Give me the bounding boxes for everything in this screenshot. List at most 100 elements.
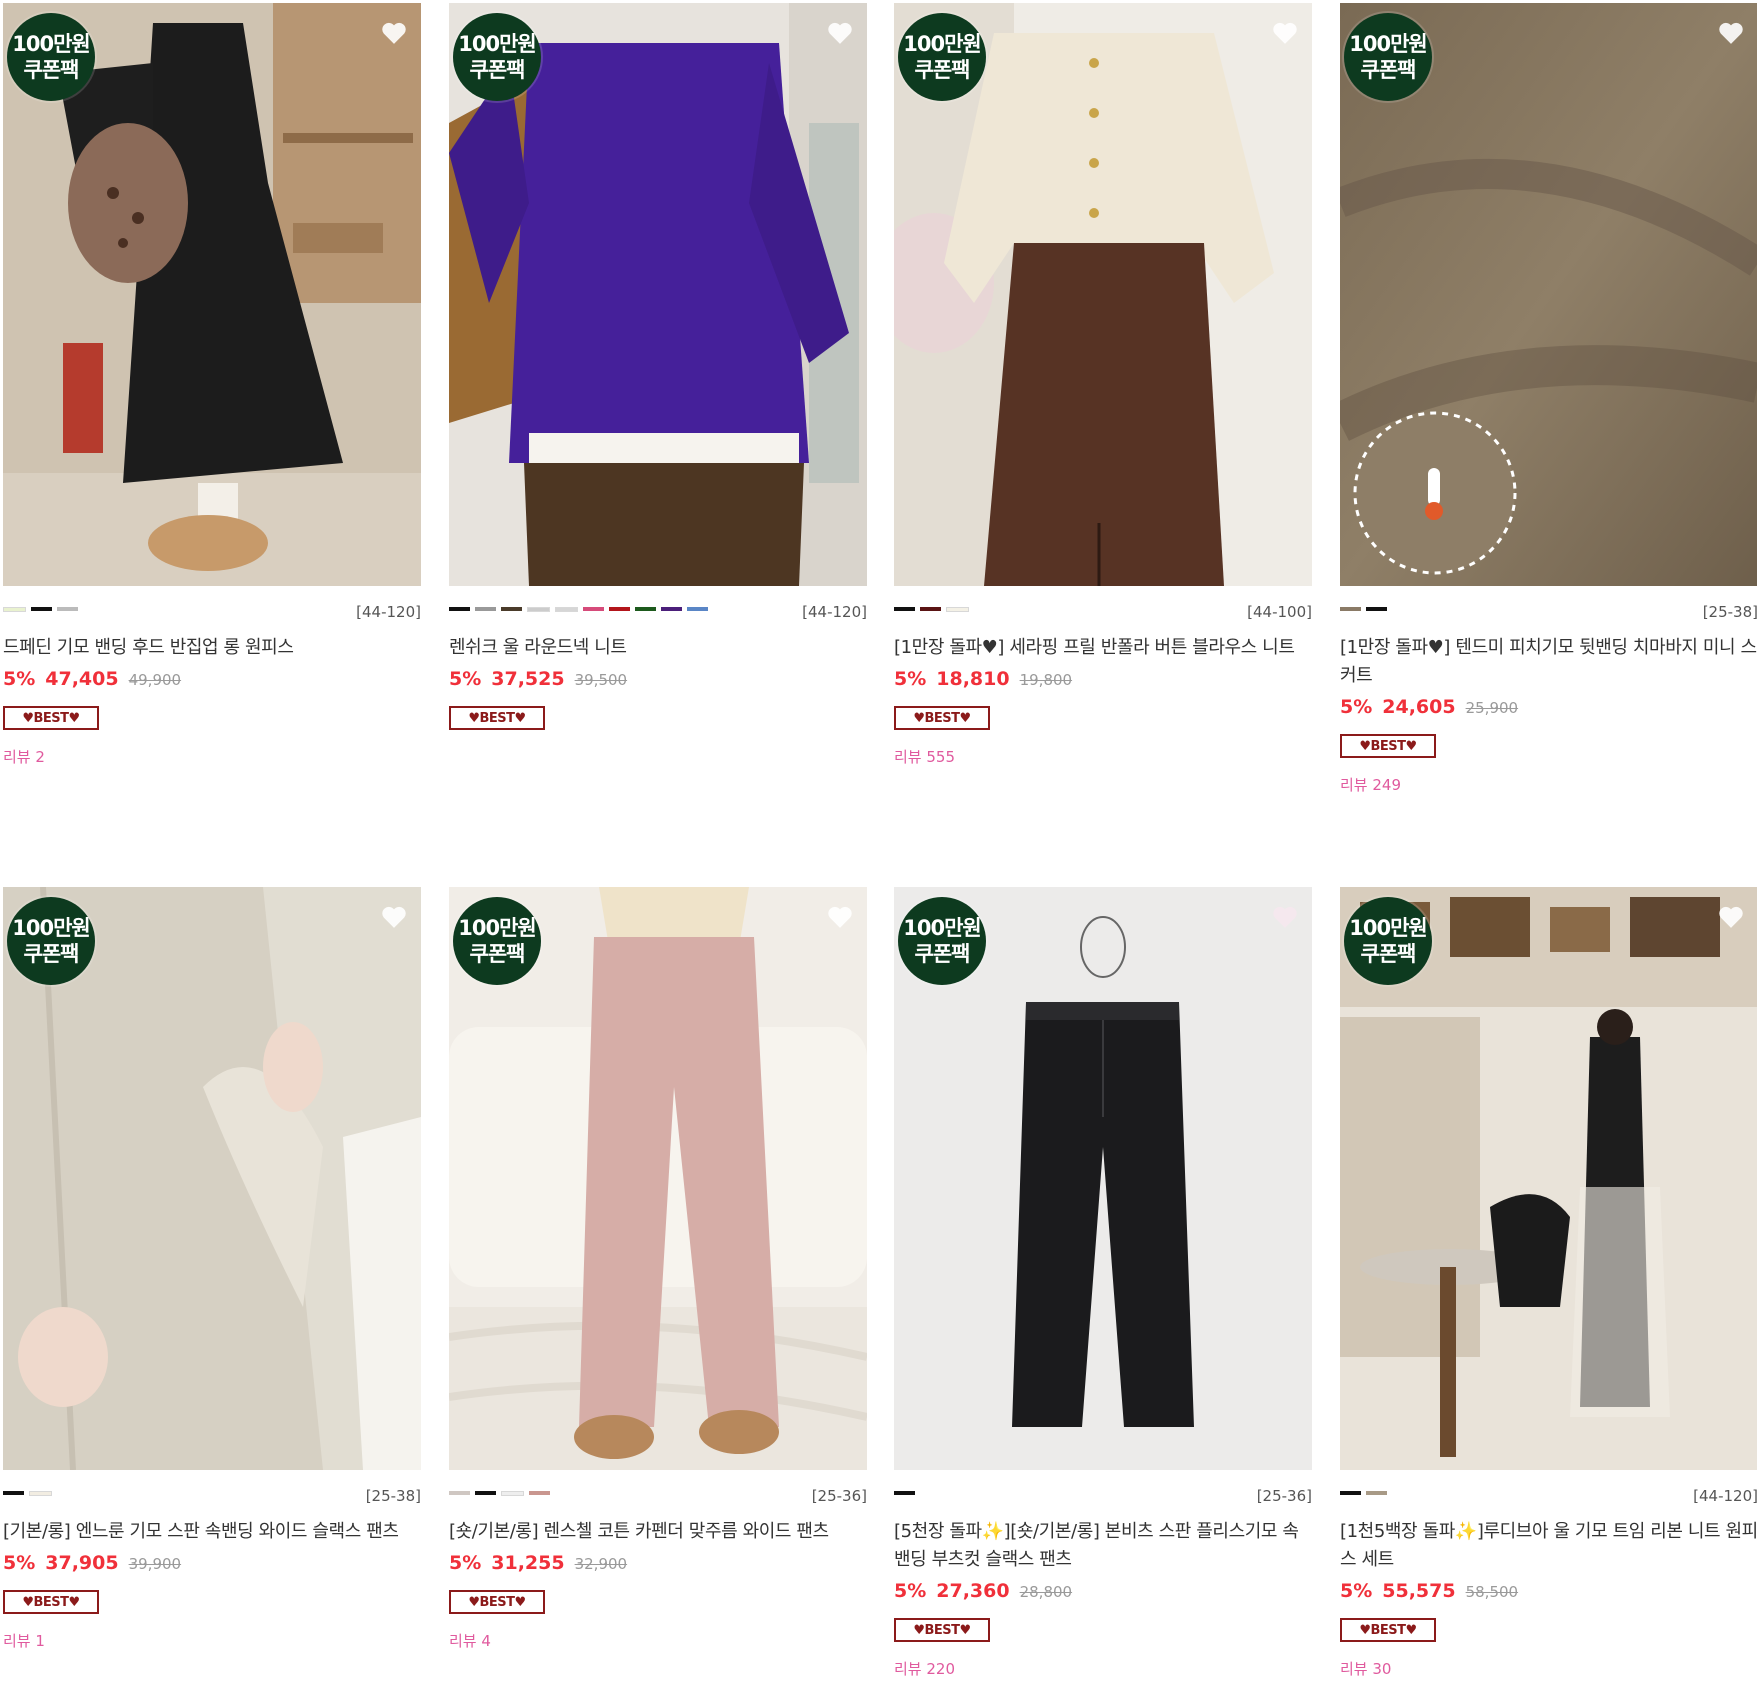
product-title[interactable]: 렌쉬크 울 라운드넥 니트 xyxy=(449,634,867,662)
color-swatch xyxy=(920,607,941,611)
product-image[interactable]: 100만원 쿠폰팩 xyxy=(449,887,867,1470)
product-card[interactable]: 100만원 쿠폰팩 [25-38] [1만장 돌파♥] 텐드미 피치기모 뒷밴딩 … xyxy=(1340,3,1757,795)
product-title[interactable]: [1천5백장 돌파✨]루디브아 울 기모 트임 리본 니트 원피스 세트 xyxy=(1340,1518,1757,1574)
product-image[interactable]: 100만원 쿠폰팩 xyxy=(1340,887,1757,1470)
review-count[interactable]: 리뷰 1 xyxy=(3,1630,421,1651)
sale-price: 24,605 xyxy=(1382,696,1456,718)
color-swatch xyxy=(29,1490,52,1496)
coupon-pack-badge: 100만원 쿠폰팩 xyxy=(898,13,986,101)
discount-percent: 5% xyxy=(894,668,927,690)
color-swatch xyxy=(1366,607,1387,611)
review-count[interactable]: 리뷰 249 xyxy=(1340,774,1757,795)
best-badge: ♥BEST♥ xyxy=(1340,734,1436,758)
sale-price: 27,360 xyxy=(936,1580,1010,1602)
size-range: [25-38] xyxy=(365,1487,421,1505)
color-swatches xyxy=(449,1490,867,1496)
product-title[interactable]: [기본/롱] 엔느룬 기모 스판 속밴딩 와이드 슬랙스 팬츠 xyxy=(3,1518,421,1546)
original-price: 39,900 xyxy=(128,1555,182,1573)
sale-price: 31,255 xyxy=(491,1552,565,1574)
product-image[interactable]: 100만원 쿠폰팩 xyxy=(1340,3,1757,586)
best-badge: ♥BEST♥ xyxy=(894,1618,990,1642)
product-image[interactable]: 100만원 쿠폰팩 xyxy=(449,3,867,586)
wishlist-heart-icon[interactable] xyxy=(381,21,407,45)
product-card[interactable]: 100만원 쿠폰팩 [25-36] [숏/기본/롱] 렌스첼 코튼 카펜더 맞주름… xyxy=(449,887,867,1651)
sale-price: 18,810 xyxy=(936,668,1010,690)
wishlist-heart-icon[interactable] xyxy=(1718,905,1744,929)
color-swatches xyxy=(3,1490,421,1496)
size-range: [44-120] xyxy=(356,603,421,621)
discount-percent: 5% xyxy=(3,668,36,690)
color-swatches xyxy=(1340,606,1757,612)
product-title[interactable]: 드페딘 기모 밴딩 후드 반집업 롱 원피스 xyxy=(3,634,421,662)
price-row: 5% 37,525 39,500 xyxy=(449,668,867,690)
original-price: 58,500 xyxy=(1465,1583,1519,1601)
product-title[interactable]: [숏/기본/롱] 렌스첼 코튼 카펜더 맞주름 와이드 팬츠 xyxy=(449,1518,867,1546)
best-badge: ♥BEST♥ xyxy=(3,1590,99,1614)
product-title[interactable]: [5천장 돌파✨][숏/기본/롱] 본비츠 스판 플리스기모 속밴딩 부츠컷 슬… xyxy=(894,1518,1312,1574)
review-count[interactable]: 리뷰 4 xyxy=(449,1630,867,1651)
color-swatch xyxy=(501,1490,524,1496)
review-count[interactable]: 리뷰 30 xyxy=(1340,1658,1757,1679)
price-row: 5% 18,810 19,800 xyxy=(894,668,1312,690)
product-card[interactable]: 100만원 쿠폰팩 [44-120] [1천5백장 돌파✨]루디브아 울 기모 트… xyxy=(1340,887,1757,1679)
review-count[interactable]: 리뷰 2 xyxy=(3,746,421,767)
product-card[interactable]: 100만원 쿠폰팩 [44-120] 드페딘 기모 밴딩 후드 반집업 롱 원피스… xyxy=(3,3,421,767)
coupon-pack-badge: 100만원 쿠폰팩 xyxy=(898,897,986,985)
color-swatch xyxy=(1340,1491,1361,1495)
discount-percent: 5% xyxy=(1340,1580,1373,1602)
color-swatch xyxy=(555,606,578,612)
wishlist-heart-icon[interactable] xyxy=(1272,21,1298,45)
color-swatch xyxy=(57,607,78,611)
best-badge: ♥BEST♥ xyxy=(3,706,99,730)
color-swatch xyxy=(687,607,708,611)
price-row: 5% 37,905 39,900 xyxy=(3,1552,421,1574)
discount-percent: 5% xyxy=(449,668,482,690)
original-price: 25,900 xyxy=(1465,699,1519,717)
wishlist-heart-icon[interactable] xyxy=(827,21,853,45)
discount-percent: 5% xyxy=(449,1552,482,1574)
product-image[interactable]: 100만원 쿠폰팩 xyxy=(894,3,1312,586)
price-row: 5% 27,360 28,800 xyxy=(894,1580,1312,1602)
product-image[interactable]: 100만원 쿠폰팩 xyxy=(3,887,421,1470)
coupon-pack-badge: 100만원 쿠폰팩 xyxy=(7,897,95,985)
sale-price: 47,405 xyxy=(45,668,119,690)
color-swatch xyxy=(475,607,496,611)
product-card[interactable]: 100만원 쿠폰팩 [25-38] [기본/롱] 엔느룬 기모 스판 속밴딩 와이… xyxy=(3,887,421,1651)
product-image[interactable]: 100만원 쿠폰팩 xyxy=(894,887,1312,1470)
color-swatch xyxy=(3,1491,24,1495)
original-price: 39,500 xyxy=(574,671,628,689)
sale-price: 37,905 xyxy=(45,1552,119,1574)
review-count[interactable]: 리뷰 555 xyxy=(894,746,1312,767)
original-price: 28,800 xyxy=(1019,1583,1073,1601)
wishlist-heart-icon[interactable] xyxy=(381,905,407,929)
color-swatch xyxy=(529,1491,550,1495)
price-row: 5% 31,255 32,900 xyxy=(449,1552,867,1574)
best-badge: ♥BEST♥ xyxy=(1340,1618,1436,1642)
coupon-pack-badge: 100만원 쿠폰팩 xyxy=(7,13,95,101)
discount-percent: 5% xyxy=(894,1580,927,1602)
wishlist-heart-icon[interactable] xyxy=(827,905,853,929)
color-swatch xyxy=(501,607,522,611)
color-swatch xyxy=(3,606,26,612)
product-image[interactable]: 100만원 쿠폰팩 xyxy=(3,3,421,586)
product-card[interactable]: 100만원 쿠폰팩 [44-120] 렌쉬크 울 라운드넥 니트 5% 37,52… xyxy=(449,3,867,746)
discount-percent: 5% xyxy=(3,1552,36,1574)
color-swatch xyxy=(31,607,52,611)
sale-price: 37,525 xyxy=(491,668,565,690)
color-swatch xyxy=(583,607,604,611)
wishlist-heart-icon[interactable] xyxy=(1272,905,1298,929)
product-title[interactable]: [1만장 돌파♥] 세라핑 프릴 반폴라 버튼 블라우스 니트 xyxy=(894,634,1312,662)
review-count[interactable]: 리뷰 220 xyxy=(894,1658,1312,1679)
product-title[interactable]: [1만장 돌파♥] 텐드미 피치기모 뒷밴딩 치마바지 미니 스커트 xyxy=(1340,634,1757,690)
color-swatch xyxy=(449,1491,470,1495)
product-card[interactable]: 100만원 쿠폰팩 [44-100] [1만장 돌파♥] 세라핑 프릴 반폴라 버… xyxy=(894,3,1312,767)
color-swatch xyxy=(946,606,969,612)
coupon-pack-badge: 100만원 쿠폰팩 xyxy=(1344,897,1432,985)
color-swatch xyxy=(894,607,915,611)
original-price: 49,900 xyxy=(128,671,182,689)
product-card[interactable]: 100만원 쿠폰팩 [25-36] [5천장 돌파✨][숏/기본/롱] 본비츠 스… xyxy=(894,887,1312,1679)
best-badge: ♥BEST♥ xyxy=(449,706,545,730)
best-badge: ♥BEST♥ xyxy=(449,1590,545,1614)
wishlist-heart-icon[interactable] xyxy=(1718,21,1744,45)
color-swatch xyxy=(449,607,470,611)
